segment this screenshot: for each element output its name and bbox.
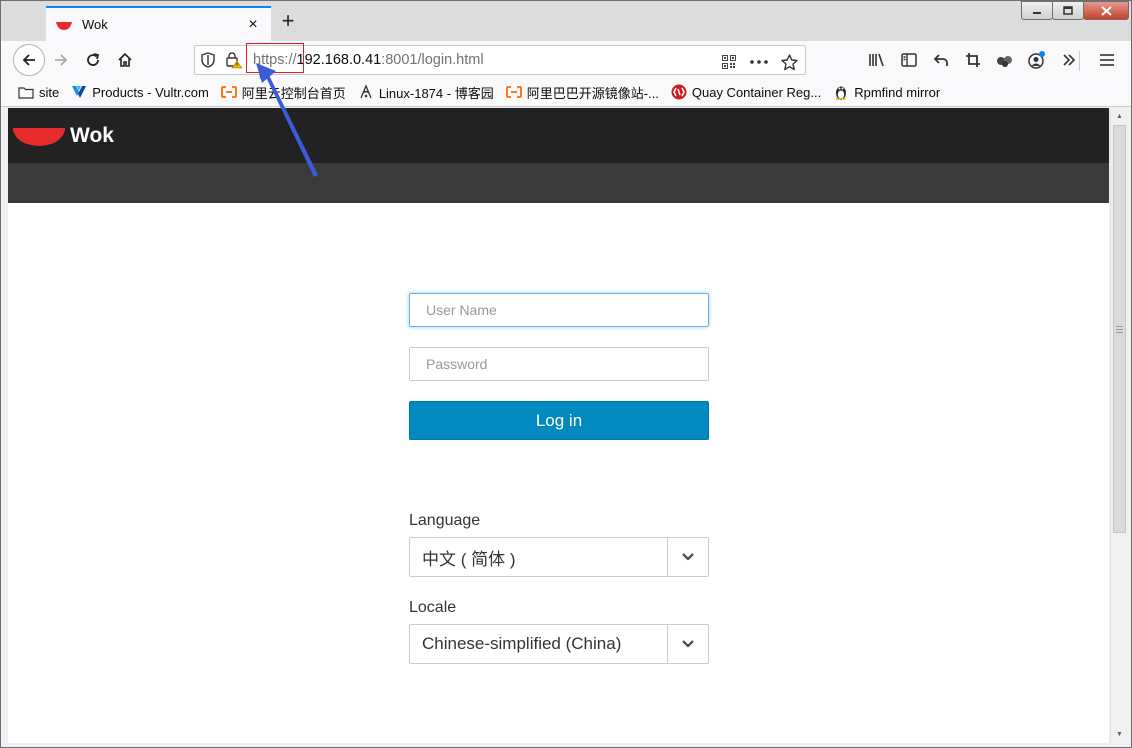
language-select[interactable]: 中文 ( 简体 ) [409, 537, 709, 577]
wok-favicon-icon [56, 21, 72, 30]
language-selected-value: 中文 ( 简体 ) [422, 549, 516, 569]
reload-icon [87, 53, 100, 66]
bookmarks-bar: site Products - Vultr.com 阿里云控制台首页 Linux… [1, 78, 1131, 107]
back-button[interactable] [13, 44, 45, 76]
chevron-double-right-icon [1063, 54, 1076, 66]
undo-arrow-icon [933, 54, 948, 66]
close-window-button[interactable] [1083, 1, 1129, 20]
bookmark-label: site [39, 84, 60, 100]
bookmark-label: Quay Container Reg... [691, 84, 822, 100]
sidebar-button[interactable] [893, 46, 925, 74]
login-form: Log in [409, 293, 709, 440]
locale-label: Locale [409, 599, 457, 616]
account-button[interactable] [1021, 46, 1053, 74]
scroll-down-icon[interactable]: ▼ [1111, 726, 1128, 743]
sidebar-icon [901, 53, 917, 67]
grip-icon [1116, 325, 1123, 333]
bookmark-cnblogs[interactable]: Linux-1874 - 博客园 [358, 83, 494, 102]
bookmark-label: Products - Vultr.com [92, 84, 209, 100]
window-controls [1021, 1, 1129, 20]
library-button[interactable] [861, 46, 893, 74]
close-icon [1100, 5, 1112, 16]
shield-icon[interactable] [195, 46, 221, 74]
browser-window: Wok × + https://192.168.0.41:8001/login.… [0, 0, 1132, 748]
more-actions-icon[interactable] [747, 48, 771, 76]
locale-group: Locale Chinese-simplified (China) [409, 599, 709, 664]
crop-icon [966, 53, 980, 67]
bookmark-star-icon[interactable] [777, 48, 801, 76]
chevron-down-icon[interactable] [667, 538, 708, 576]
minimize-button[interactable] [1021, 1, 1053, 20]
bookmark-aliyun-mirror[interactable]: 阿里巴巴开源镜像站-... [505, 83, 659, 102]
annotation-arrow-icon [256, 63, 318, 177]
navigation-toolbar: https://192.168.0.41:8001/login.html [1, 41, 1131, 78]
toolbar-separator [1079, 51, 1080, 71]
locale-selected-value: Chinese-simplified (China) [422, 634, 622, 653]
tab-title: Wok [82, 17, 108, 32]
username-input[interactable] [409, 293, 709, 327]
overflow-menu-button[interactable] [1053, 46, 1085, 74]
extension-balls-icon [997, 56, 1012, 67]
home-button[interactable] [111, 46, 139, 74]
tab-strip: Wok × + [1, 1, 1131, 41]
library-icon [869, 53, 884, 67]
bookmark-label: 阿里巴巴开源镜像站-... [526, 85, 659, 101]
language-group: Language 中文 ( 简体 ) [409, 512, 709, 577]
tab-close-icon[interactable]: × [245, 16, 261, 33]
undo-button[interactable] [925, 46, 957, 74]
account-icon [1028, 51, 1045, 69]
locale-select[interactable]: Chinese-simplified (China) [409, 624, 709, 664]
url-path: :8001/login.html [381, 52, 484, 68]
page-content: Wok Log in Language 中文 ( 简体 ) Locale Chi… [8, 108, 1109, 743]
maximize-button[interactable] [1052, 1, 1084, 20]
wok-logo-icon [13, 127, 65, 146]
bookmark-label: Rpmfind mirror [854, 84, 941, 100]
bookmark-rpmfind[interactable]: Rpmfind mirror [833, 84, 940, 100]
folder-icon [18, 84, 34, 100]
qr-code-icon[interactable] [717, 48, 741, 76]
tab-wok[interactable]: Wok × [46, 6, 271, 41]
login-button[interactable]: Log in [409, 401, 709, 440]
scroll-up-icon[interactable]: ▲ [1111, 108, 1128, 125]
screenshot-button[interactable] [957, 46, 989, 74]
vultr-icon [71, 84, 87, 100]
aliyun-icon [220, 84, 237, 100]
cnblogs-icon [358, 84, 374, 100]
arrow-left-icon [22, 54, 35, 66]
wok-header: Wok [8, 108, 1109, 163]
insecure-lock-icon[interactable] [221, 46, 247, 74]
wok-subnav [8, 163, 1109, 203]
chevron-down-icon[interactable] [667, 625, 708, 663]
minimize-icon [1033, 11, 1041, 14]
forward-button[interactable] [47, 46, 75, 74]
reload-button[interactable] [79, 46, 107, 74]
arrow-right-icon [55, 54, 68, 66]
main-menu-button[interactable] [1093, 46, 1121, 74]
bookmark-label: Linux-1874 - 博客园 [378, 85, 494, 101]
home-icon [118, 52, 132, 67]
quay-icon [671, 84, 687, 100]
hamburger-menu-icon [1100, 54, 1114, 66]
extension-button[interactable] [989, 46, 1021, 74]
scrollbar-thumb[interactable] [1113, 125, 1126, 533]
tux-icon [833, 84, 849, 100]
vertical-scrollbar[interactable]: ▲ ▼ [1110, 108, 1127, 743]
password-input[interactable] [409, 347, 709, 381]
toolbar-extensions [861, 46, 1085, 74]
language-label: Language [409, 512, 481, 529]
maximize-icon [1063, 5, 1073, 15]
url-actions [717, 48, 801, 76]
aliyun-icon [505, 84, 522, 100]
bookmark-vultr[interactable]: Products - Vultr.com [71, 84, 209, 100]
bookmark-site[interactable]: site [18, 84, 59, 100]
wok-brand: Wok [70, 123, 114, 147]
bookmark-quay[interactable]: Quay Container Reg... [671, 84, 821, 100]
new-tab-button[interactable]: + [277, 10, 299, 33]
